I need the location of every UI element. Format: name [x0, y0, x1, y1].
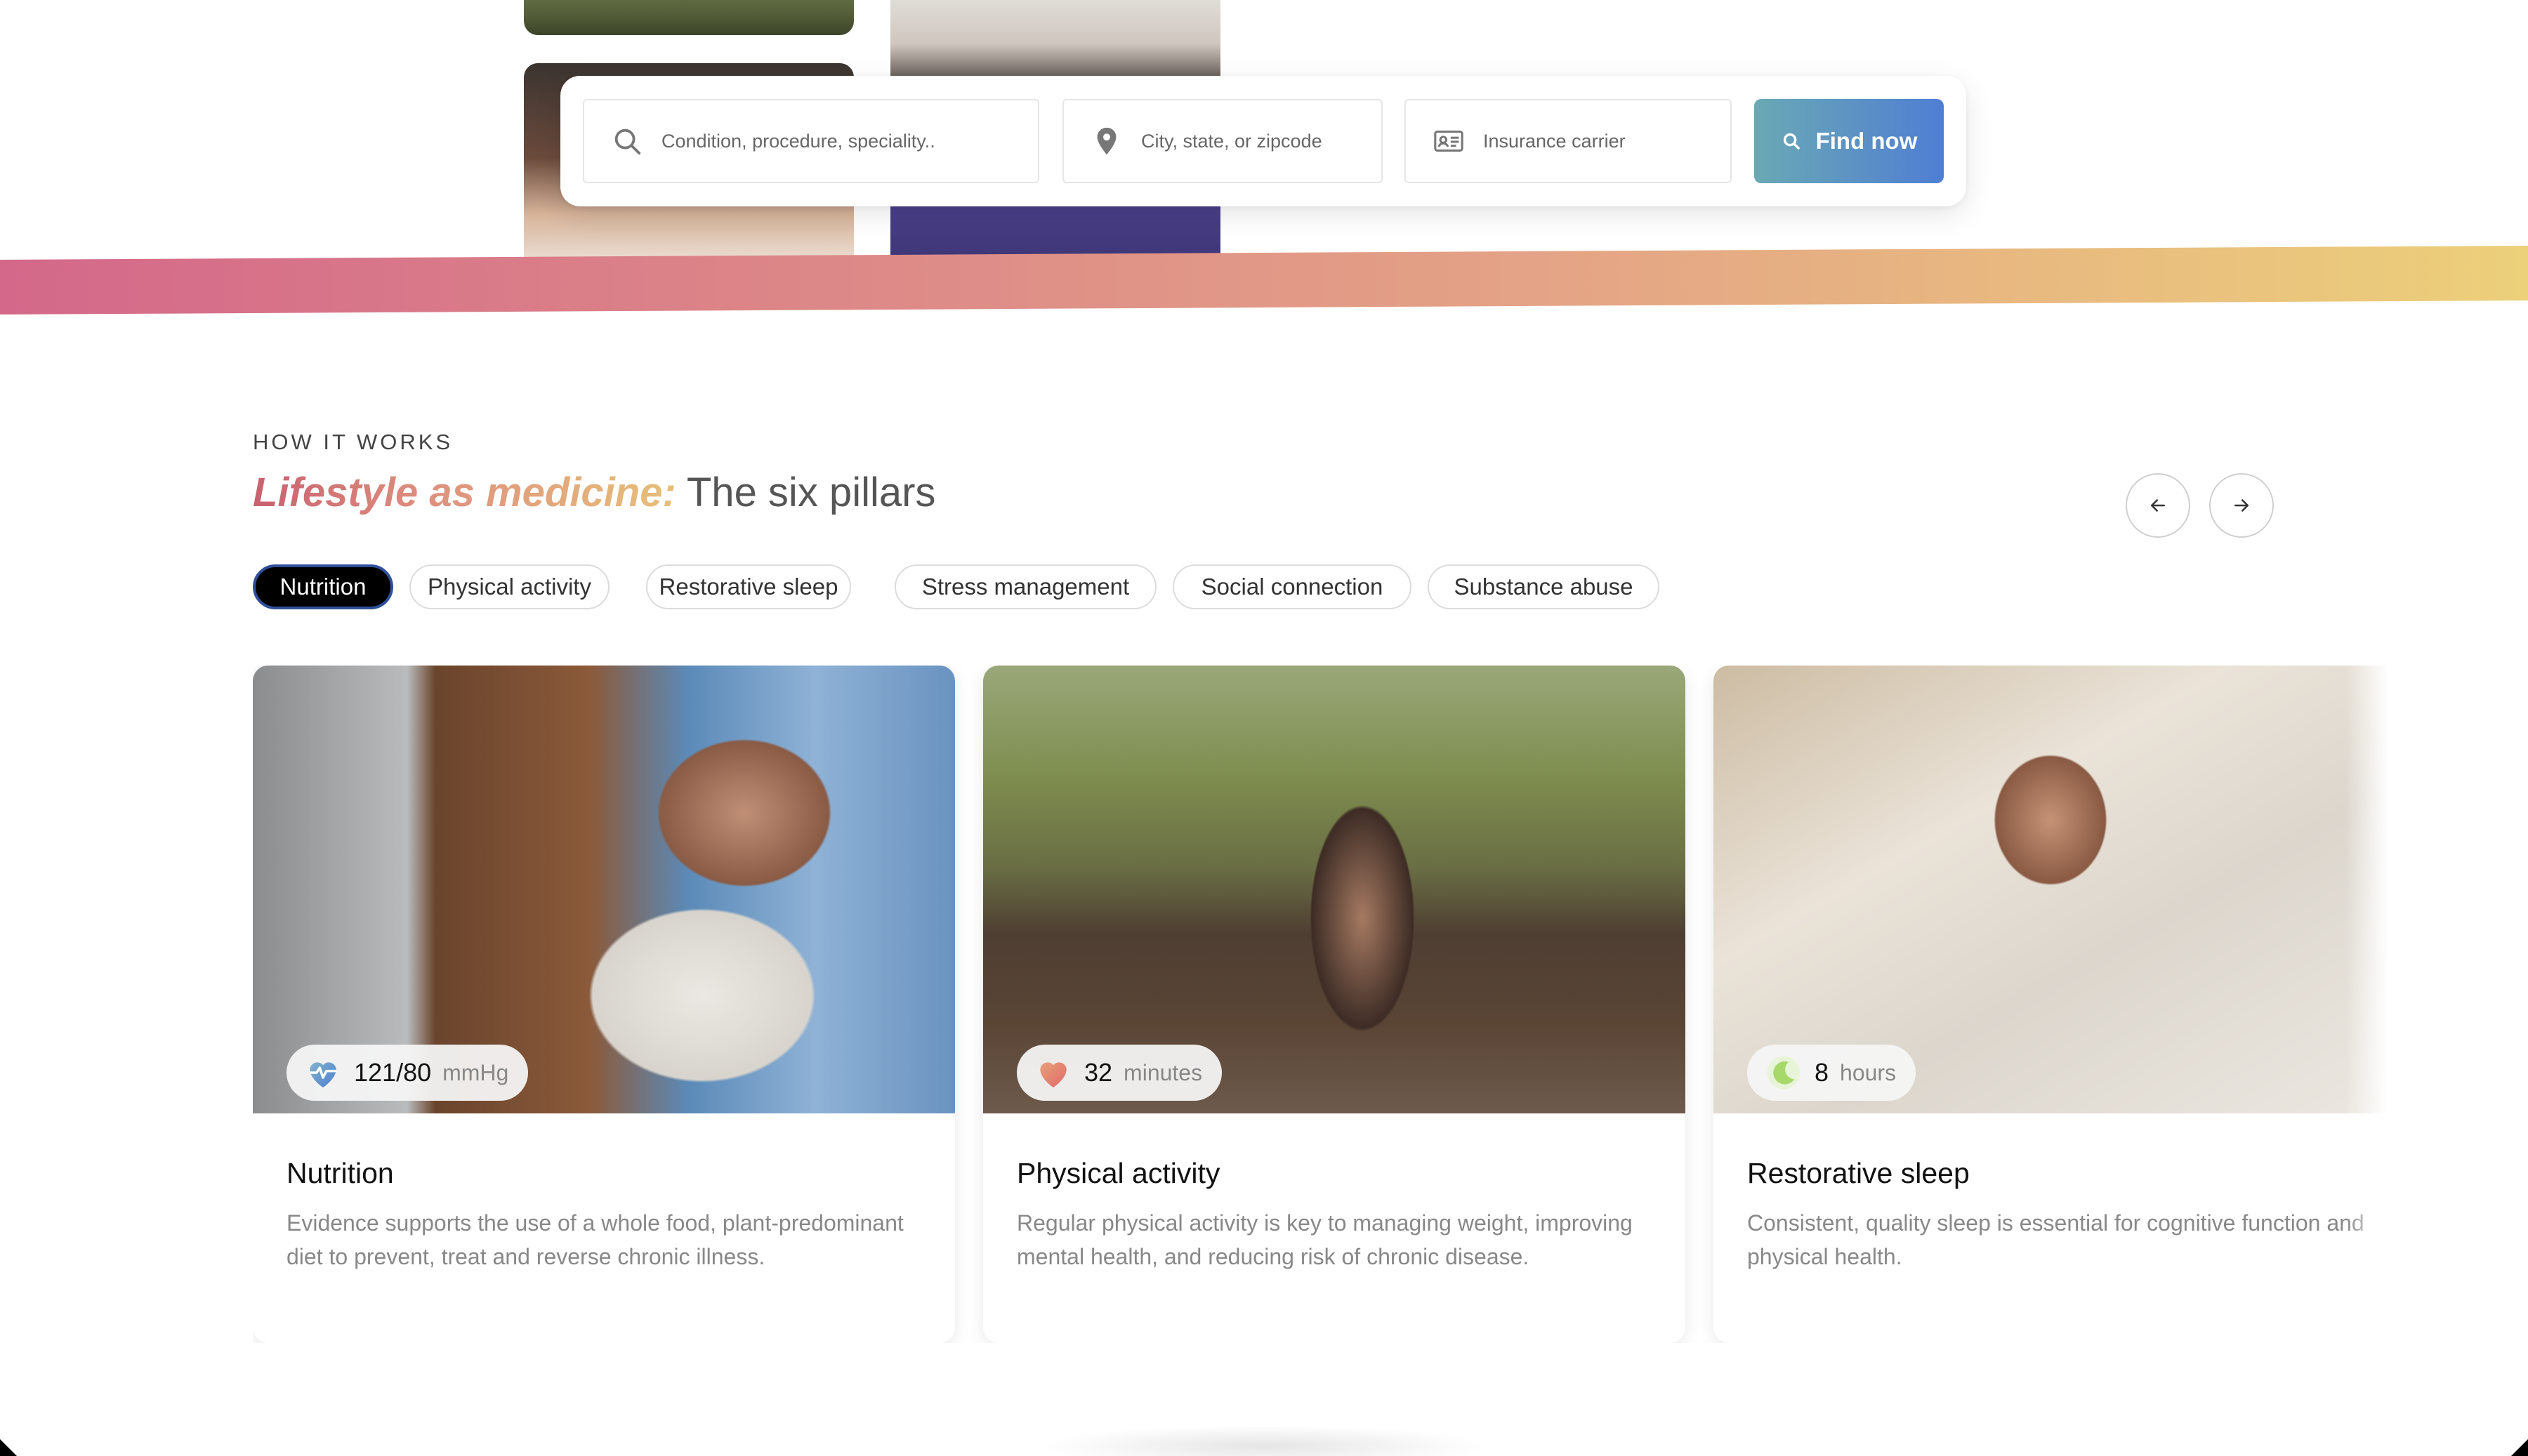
card-title: Restorative sleep — [1747, 1157, 1970, 1189]
badge-unit: hours — [1840, 1059, 1897, 1085]
badge-unit: minutes — [1124, 1059, 1203, 1085]
headline-accent: Lifestyle as medicine: — [253, 470, 676, 515]
find-now-button[interactable]: Find now — [1754, 99, 1944, 183]
badge-value: 32 — [1084, 1058, 1113, 1087]
moon-icon — [1767, 1056, 1800, 1090]
pill-physical-activity[interactable]: Physical activity — [409, 564, 610, 609]
section-eyebrow: HOW IT WORKS — [253, 430, 454, 454]
insurance-field[interactable]: Insurance carrier — [1404, 99, 1732, 183]
location-placeholder: City, state, or zipcode — [1141, 130, 1322, 152]
bottom-shadow — [1039, 1425, 1489, 1456]
carousel-prev-button[interactable] — [2126, 473, 2190, 538]
card-physical-activity[interactable]: 32 minutes Physical activity Regular phy… — [983, 666, 1685, 1343]
section-headline: Lifestyle as medicine: The six pillars — [253, 469, 935, 516]
gradient-ribbon — [0, 246, 2528, 315]
card-description: Consistent, quality sleep is essential f… — [1747, 1210, 2364, 1269]
heart-icon — [1040, 1062, 1067, 1087]
pill-nutrition[interactable]: Nutrition — [253, 564, 393, 609]
pill-stress-management[interactable]: Stress management — [895, 564, 1157, 609]
page-corner-left — [0, 1439, 17, 1456]
activity-badge: 32 minutes — [1017, 1045, 1223, 1101]
card-restorative-sleep[interactable]: 8 hours Restorative sleep Consistent, qu… — [1713, 666, 2388, 1343]
badge-unit: mmHg — [442, 1059, 509, 1085]
condition-search-field[interactable]: Condition, procedure, speciality.. — [583, 99, 1039, 183]
garden-photo — [524, 0, 854, 35]
headline-rest: The six pillars — [676, 470, 936, 515]
sleep-badge: 8 hours — [1747, 1045, 1916, 1101]
search-panel: Condition, procedure, speciality.. City,… — [560, 76, 1966, 206]
location-field[interactable]: City, state, or zipcode — [1062, 99, 1383, 183]
search-icon — [1783, 133, 1800, 150]
find-now-label: Find now — [1815, 128, 1918, 154]
pill-restorative-sleep[interactable]: Restorative sleep — [646, 564, 851, 609]
arrow-right-icon — [2234, 499, 2249, 512]
heart-pulse-icon — [310, 1062, 336, 1087]
card-description: Evidence supports the use of a whole foo… — [287, 1210, 904, 1269]
nutrition-badge: 121/80 mmHg — [287, 1045, 529, 1101]
id-card-icon — [1433, 125, 1465, 157]
insurance-placeholder: Insurance carrier — [1483, 130, 1626, 152]
badge-value: 121/80 — [354, 1058, 432, 1087]
map-pin-icon — [1091, 125, 1123, 157]
pill-substance-abuse[interactable]: Substance abuse — [1428, 564, 1659, 609]
carousel-next-button[interactable] — [2209, 473, 2274, 538]
card-description: Regular physical activity is key to mana… — [1017, 1210, 1633, 1269]
carousel-fade — [2345, 666, 2388, 1343]
search-icon — [611, 125, 643, 157]
card-nutrition[interactable]: 121/80 mmHg Nutrition Evidence supports … — [253, 666, 955, 1343]
page: Condition, procedure, speciality.. City,… — [0, 0, 2528, 1456]
badge-value: 8 — [1815, 1058, 1829, 1087]
card-title: Physical activity — [1017, 1157, 1220, 1189]
arrow-left-icon — [2151, 499, 2165, 512]
pillar-cards-carousel: 121/80 mmHg Nutrition Evidence supports … — [253, 666, 2388, 1343]
page-corner-right — [2511, 1439, 2528, 1456]
card-title: Nutrition — [287, 1157, 394, 1189]
condition-placeholder: Condition, procedure, speciality.. — [661, 130, 935, 152]
pill-social-connection[interactable]: Social connection — [1173, 564, 1411, 609]
